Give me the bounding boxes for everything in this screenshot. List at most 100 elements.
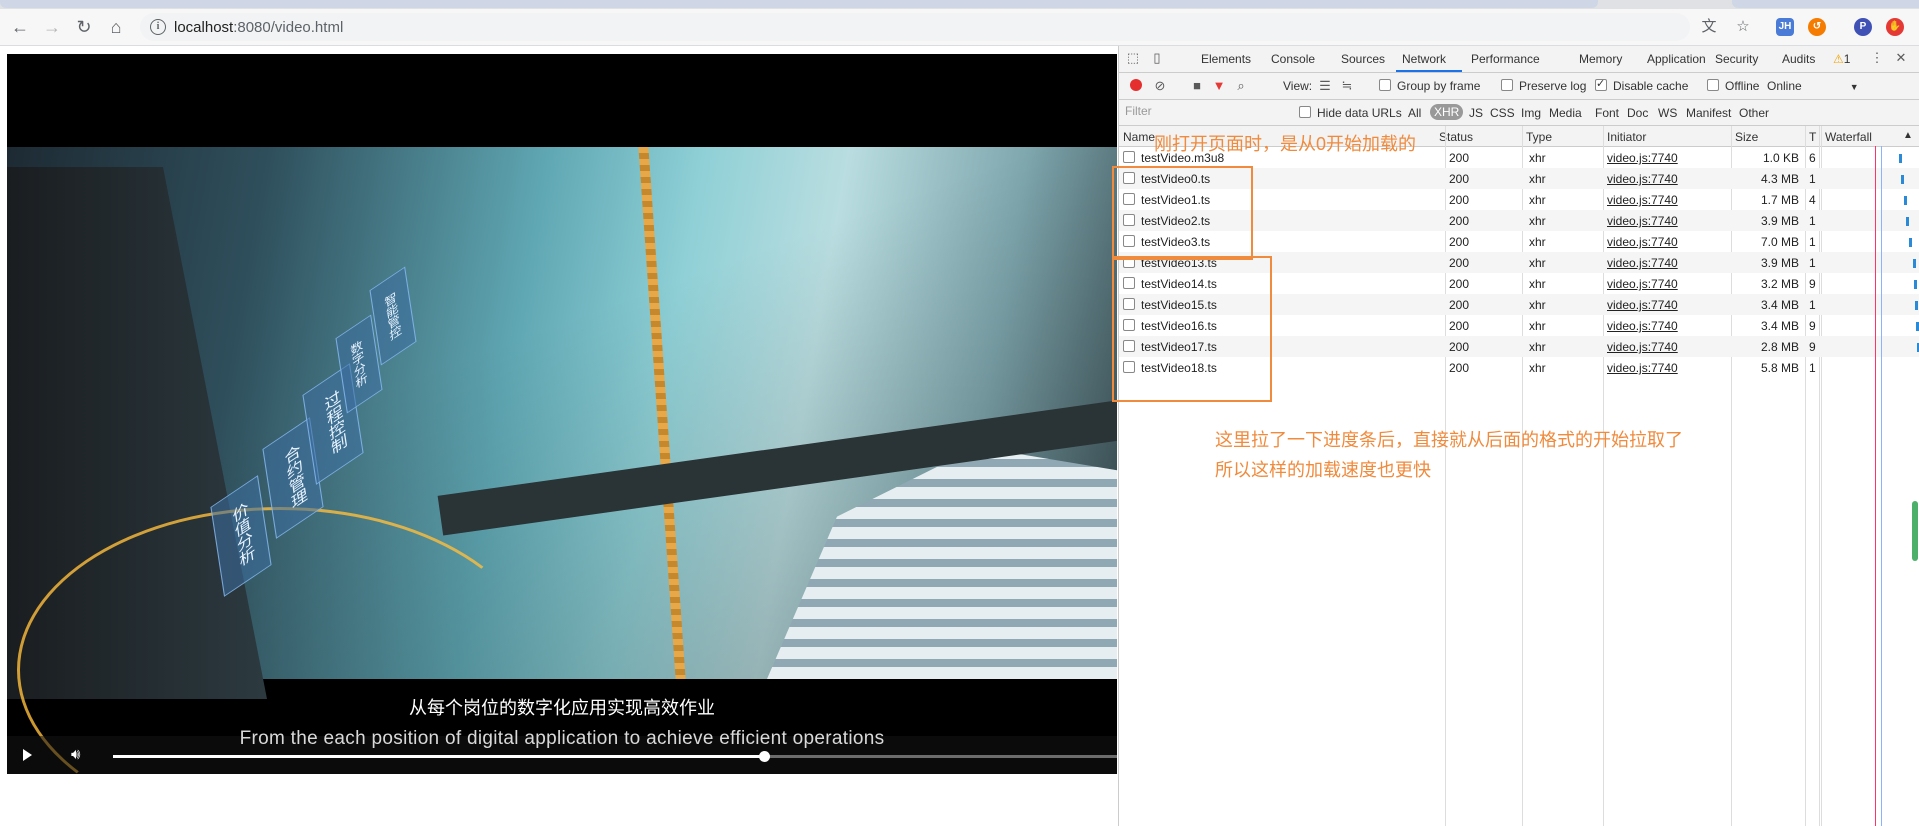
request-initiator[interactable]: video.js:7740 <box>1607 340 1678 354</box>
play-icon[interactable] <box>23 749 32 761</box>
filter-type-xhr[interactable]: XHR <box>1430 104 1464 120</box>
search-icon[interactable]: ⌕ <box>1233 78 1249 94</box>
waterfall-domcontentloaded-line <box>1881 146 1882 826</box>
inactive-tab[interactable] <box>1732 0 1919 8</box>
hide-data-urls-checkbox[interactable]: Hide data URLs <box>1299 106 1402 120</box>
browser-toolbar: ← → ↻ ⌂ i localhost:8080/video.html 文 ☆ JH… <box>0 9 1919 46</box>
column-size[interactable]: Size <box>1735 130 1758 144</box>
more-options-icon[interactable]: ⋮ <box>1869 50 1885 66</box>
large-rows-icon[interactable]: ☰ <box>1317 78 1333 94</box>
request-size: 1.0 KB <box>1762 151 1799 165</box>
column-time[interactable]: T <box>1809 130 1816 144</box>
filter-type-ws[interactable]: WS <box>1658 106 1677 120</box>
offline-checkbox[interactable]: Offline <box>1707 79 1759 93</box>
progress-bar[interactable] <box>113 751 1117 762</box>
request-initiator[interactable]: video.js:7740 <box>1607 298 1678 312</box>
request-initiator[interactable]: video.js:7740 <box>1607 172 1678 186</box>
back-arrow-icon[interactable]: ← <box>8 15 32 39</box>
filter-type-font[interactable]: Font <box>1595 106 1619 120</box>
group-by-frame-checkbox[interactable]: Group by frame <box>1379 79 1480 93</box>
request-initiator[interactable]: video.js:7740 <box>1607 277 1678 291</box>
active-tab[interactable] <box>0 0 1598 8</box>
request-status: 200 <box>1449 277 1470 291</box>
stop-extension-icon[interactable]: ✋ <box>1886 18 1904 36</box>
device-toolbar-icon[interactable]: ▯ <box>1149 50 1165 66</box>
progress-handle[interactable] <box>758 751 770 762</box>
filter-type-js[interactable]: JS <box>1469 106 1483 120</box>
column-name[interactable]: Name <box>1123 130 1155 144</box>
profile-avatar[interactable]: P <box>1854 18 1872 36</box>
record-icon[interactable] <box>1130 79 1142 91</box>
column-initiator[interactable]: Initiator <box>1607 130 1646 144</box>
request-initiator[interactable]: video.js:7740 <box>1607 256 1678 270</box>
filter-input[interactable]: Filter <box>1123 104 1285 121</box>
tab-performance[interactable]: Performance <box>1471 52 1540 66</box>
scrollbar-thumb[interactable] <box>1912 501 1918 561</box>
translate-icon[interactable]: 文 <box>1700 18 1718 36</box>
tab-network[interactable]: Network <box>1402 52 1446 66</box>
request-type: xhr <box>1529 361 1546 375</box>
close-devtools-icon[interactable]: ✕ <box>1893 50 1909 66</box>
filter-type-media[interactable]: Media <box>1549 106 1582 120</box>
request-status: 200 <box>1449 235 1470 249</box>
tab-security[interactable]: Security <box>1715 52 1758 66</box>
annotation-initial-load: 刚打开页面时，是从0开始加载的 <box>1154 134 1417 154</box>
request-status: 200 <box>1449 151 1470 165</box>
info-icon[interactable]: i <box>150 19 166 35</box>
clear-icon[interactable]: ⊘ <box>1152 78 1168 94</box>
forward-arrow-icon[interactable]: → <box>40 15 64 39</box>
url-text[interactable]: localhost:8080/video.html <box>174 19 343 36</box>
request-initiator[interactable]: video.js:7740 <box>1607 235 1678 249</box>
request-type: xhr <box>1529 277 1546 291</box>
request-time: 1 <box>1809 361 1816 375</box>
overview-icon[interactable]: ≒ <box>1339 78 1355 94</box>
filter-type-manifest[interactable]: Manifest <box>1686 106 1731 120</box>
request-size: 3.4 MB <box>1760 319 1799 333</box>
filter-type-all[interactable]: All <box>1408 106 1421 120</box>
disable-cache-checkbox[interactable]: Disable cache <box>1595 77 1688 93</box>
jh-extension-icon[interactable]: JH <box>1776 18 1794 36</box>
reload-icon[interactable]: ↻ <box>72 15 96 39</box>
request-size: 1.7 MB <box>1760 193 1799 207</box>
sort-up-icon[interactable]: ▲ <box>1903 130 1913 141</box>
tab-application[interactable]: Application <box>1647 52 1706 66</box>
request-time: 1 <box>1809 214 1816 228</box>
column-waterfall[interactable]: Waterfall <box>1825 130 1872 144</box>
request-initiator[interactable]: video.js:7740 <box>1607 193 1678 207</box>
tab-elements[interactable]: Elements <box>1201 52 1251 66</box>
filter-type-doc[interactable]: Doc <box>1627 106 1648 120</box>
tab-memory[interactable]: Memory <box>1579 52 1622 66</box>
tab-sources[interactable]: Sources <box>1341 52 1385 66</box>
screenshot-camera-icon[interactable]: ■ <box>1189 78 1205 94</box>
waterfall-bar <box>1906 217 1909 226</box>
warning-count[interactable]: ⚠1 <box>1833 52 1850 66</box>
filter-type-css[interactable]: CSS <box>1490 106 1515 120</box>
request-initiator[interactable]: video.js:7740 <box>1607 319 1678 333</box>
annotation-box-initial <box>1112 166 1253 260</box>
tab-console[interactable]: Console <box>1271 52 1315 66</box>
column-type[interactable]: Type <box>1526 130 1552 144</box>
home-icon[interactable]: ⌂ <box>104 15 128 39</box>
address-bar[interactable]: i localhost:8080/video.html <box>140 13 1690 41</box>
filter-icon[interactable]: ▼ <box>1211 78 1227 94</box>
request-size: 4.3 MB <box>1760 172 1799 186</box>
request-type: xhr <box>1529 319 1546 333</box>
request-status: 200 <box>1449 214 1470 228</box>
request-initiator[interactable]: video.js:7740 <box>1607 214 1678 228</box>
inspect-element-icon[interactable]: ⬚ <box>1125 50 1141 66</box>
request-type: xhr <box>1529 151 1546 165</box>
filter-type-img[interactable]: Img <box>1521 106 1541 120</box>
waterfall-bar <box>1914 280 1917 289</box>
subtitle-english: From the each position of digital applic… <box>239 728 885 749</box>
throttling-select[interactable]: Online ▼ <box>1767 79 1859 93</box>
request-initiator[interactable]: video.js:7740 <box>1607 361 1678 375</box>
request-time: 9 <box>1809 340 1816 354</box>
request-initiator[interactable]: video.js:7740 <box>1607 151 1678 165</box>
filter-type-other[interactable]: Other <box>1739 106 1769 120</box>
request-type: xhr <box>1529 340 1546 354</box>
preserve-log-checkbox[interactable]: Preserve log <box>1501 79 1586 93</box>
video-player[interactable]: 价值分析 合约管理 过程控制 数字分析 智能管控 从每个岗位的数字化应用实现高效作业 🔊… <box>7 54 1117 774</box>
refresh-extension-icon[interactable]: ↺ <box>1808 18 1826 36</box>
tab-audits[interactable]: Audits <box>1782 52 1815 66</box>
star-icon[interactable]: ☆ <box>1734 18 1752 36</box>
